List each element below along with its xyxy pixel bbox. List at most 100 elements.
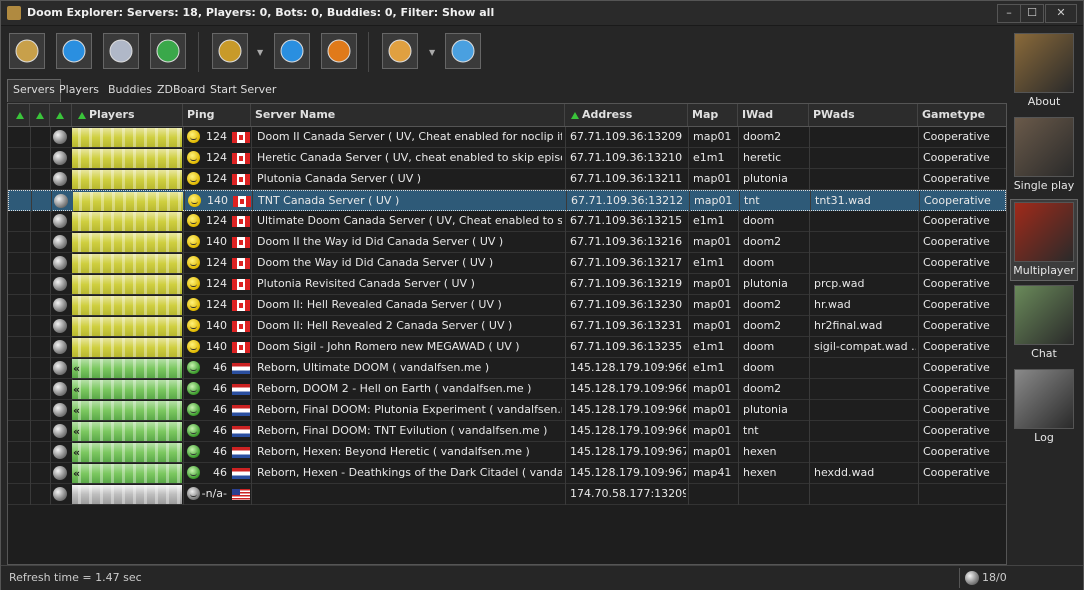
column-divider <box>30 148 31 169</box>
server-address: 145.128.179.109:9667 <box>570 382 686 395</box>
player-slot-figures <box>72 464 182 483</box>
col-header-map[interactable]: Map <box>688 104 738 126</box>
refresh-all-button[interactable] <box>103 33 139 69</box>
country-flag-nl-icon <box>232 384 250 395</box>
sidebar-multiplayer-button[interactable]: Multiplayer <box>1010 199 1078 281</box>
table-row[interactable]: 124 Doom II Canada Server ( UV, Cheat ena… <box>8 127 1006 148</box>
server-globe-icon <box>53 340 67 354</box>
filter-funnel-button[interactable] <box>382 33 418 69</box>
table-row[interactable]: 124 Heretic Canada Server ( UV, cheat ena… <box>8 148 1006 169</box>
column-divider <box>918 148 919 169</box>
tab-zdboard[interactable]: ZDBoard <box>152 80 210 100</box>
ping-great-icon <box>187 466 200 479</box>
ping-good-icon <box>187 256 200 269</box>
col-header-locked[interactable] <box>30 104 50 126</box>
sidebar-log-button[interactable]: Log <box>1011 367 1077 447</box>
tab-start-server[interactable]: Start Server <box>205 80 281 100</box>
server-list[interactable]: Players Ping Server Name Address Map IWa… <box>7 103 1007 565</box>
column-divider <box>809 421 810 442</box>
column-divider <box>688 379 689 400</box>
table-row[interactable]: « 46 Reborn, DOOM 2 - Hell on Earth ( vand… <box>8 379 1006 400</box>
server-address: 67.71.109.36:13217 <box>570 256 683 269</box>
server-address: 67.71.109.36:13231 <box>570 319 683 332</box>
server-map: e1m1 <box>693 361 725 374</box>
col-header-status[interactable] <box>8 104 30 126</box>
sidebar-single-play-button[interactable]: Single play <box>1011 115 1077 195</box>
play-button[interactable] <box>56 33 92 69</box>
column-divider <box>809 400 810 421</box>
sidebar-about-button[interactable]: About <box>1011 31 1077 111</box>
table-row[interactable]: 124 Plutonia Canada Server ( UV ) 67.71.10… <box>8 169 1006 190</box>
ping-value: 124 <box>206 172 227 185</box>
master-server-button[interactable] <box>150 33 186 69</box>
table-row[interactable]: 124 Plutonia Revisited Canada Server ( UV… <box>8 274 1006 295</box>
column-divider <box>51 191 52 212</box>
server-address: 67.71.109.36:13211 <box>570 172 683 185</box>
table-row[interactable]: 140 Doom II: Hell Revealed 2 Canada Serve… <box>8 316 1006 337</box>
server-address: 145.128.179.109:9672 <box>570 466 686 479</box>
ping-great-icon <box>187 382 200 395</box>
find-magnifier-button[interactable] <box>445 33 481 69</box>
col-header-ping[interactable]: Ping <box>183 104 251 126</box>
sidebar-chat-button[interactable]: Chat <box>1011 283 1077 363</box>
sort-asc-icon <box>36 112 44 119</box>
sort-asc-icon <box>16 112 24 119</box>
column-divider <box>918 421 919 442</box>
country-flag-ca-icon <box>232 216 250 227</box>
filter-dropdown-icon[interactable]: ▼ <box>429 48 435 57</box>
maximize-button[interactable]: ☐ <box>1020 4 1044 23</box>
col-header-pwads[interactable]: PWads <box>809 104 918 126</box>
table-row[interactable]: « 46 Reborn, Ultimate DOOM ( vandalfsen.me… <box>8 358 1006 379</box>
table-row[interactable]: 140 Doom II the Way id Did Canada Server … <box>8 232 1006 253</box>
table-row[interactable]: 124 Doom II: Hell Revealed Canada Server … <box>8 295 1006 316</box>
refresh-selected-button[interactable] <box>274 33 310 69</box>
column-divider <box>688 421 689 442</box>
column-divider <box>183 400 184 421</box>
table-row[interactable]: « 46 Reborn, Final DOOM: TNT Evilution ( v… <box>8 421 1006 442</box>
server-gametype: Cooperative <box>923 403 990 416</box>
table-row[interactable]: 140 Doom Sigil - John Romero new MEGAWAD … <box>8 337 1006 358</box>
player-slot-figures <box>72 170 182 189</box>
table-row[interactable]: « 46 Reborn, Final DOOM: Plutonia Experime… <box>8 400 1006 421</box>
column-divider <box>809 316 810 337</box>
column-divider <box>251 148 252 169</box>
tab-players[interactable]: Players <box>54 80 104 100</box>
table-row[interactable]: 140 TNT Canada Server ( UV ) 67.71.109.36:… <box>8 190 1006 212</box>
table-row[interactable]: « 46 Reborn, Hexen - Deathkings of the Dar… <box>8 463 1006 484</box>
server-map: e1m1 <box>693 340 725 353</box>
table-row[interactable]: 124 Doom the Way id Did Canada Server ( U… <box>8 253 1006 274</box>
col-header-gametype[interactable]: Gametype <box>918 104 1006 126</box>
sort-asc-icon <box>571 112 579 119</box>
table-row[interactable]: -n/a- 174.70.58.177:13209 <box>8 484 1006 505</box>
col-header-players[interactable]: Players <box>72 104 183 126</box>
ping-value: 140 <box>206 340 227 353</box>
column-divider <box>50 253 51 274</box>
column-divider <box>183 358 184 379</box>
configure-button[interactable] <box>9 33 45 69</box>
table-row[interactable]: 124 Ultimate Doom Canada Server ( UV, Che… <box>8 211 1006 232</box>
minimize-button[interactable]: – <box>997 4 1021 23</box>
close-button[interactable]: ✕ <box>1045 4 1077 23</box>
country-flag-ca-icon <box>233 196 251 207</box>
server-pwads: hexdd.wad <box>814 466 875 479</box>
server-name: Heretic Canada Server ( UV, cheat enable… <box>257 151 562 164</box>
sort-asc-icon <box>56 112 64 119</box>
table-row[interactable]: « 46 Reborn, Hexen: Beyond Heretic ( vanda… <box>8 442 1006 463</box>
col-header-address[interactable]: Address <box>565 104 688 126</box>
col-header-server-name[interactable]: Server Name <box>251 104 565 126</box>
tab-servers[interactable]: Servers <box>7 79 61 102</box>
column-divider <box>30 442 31 463</box>
country-flag-ca-icon <box>232 342 250 353</box>
column-divider <box>738 316 739 337</box>
col-header-iwad[interactable]: IWad <box>738 104 809 126</box>
server-pwads: prcp.wad <box>814 277 865 290</box>
server-gametype: Cooperative <box>923 445 990 458</box>
column-divider <box>251 400 252 421</box>
refresh-orange-button[interactable] <box>321 33 357 69</box>
col-header-icon[interactable] <box>50 104 72 126</box>
doom-launcher-dropdown-icon[interactable]: ▼ <box>257 48 263 57</box>
doom-launcher-button[interactable] <box>212 33 248 69</box>
tab-buddies[interactable]: Buddies <box>103 80 157 100</box>
bot-slots-icon: « <box>73 362 81 375</box>
ping-value: 124 <box>206 277 227 290</box>
